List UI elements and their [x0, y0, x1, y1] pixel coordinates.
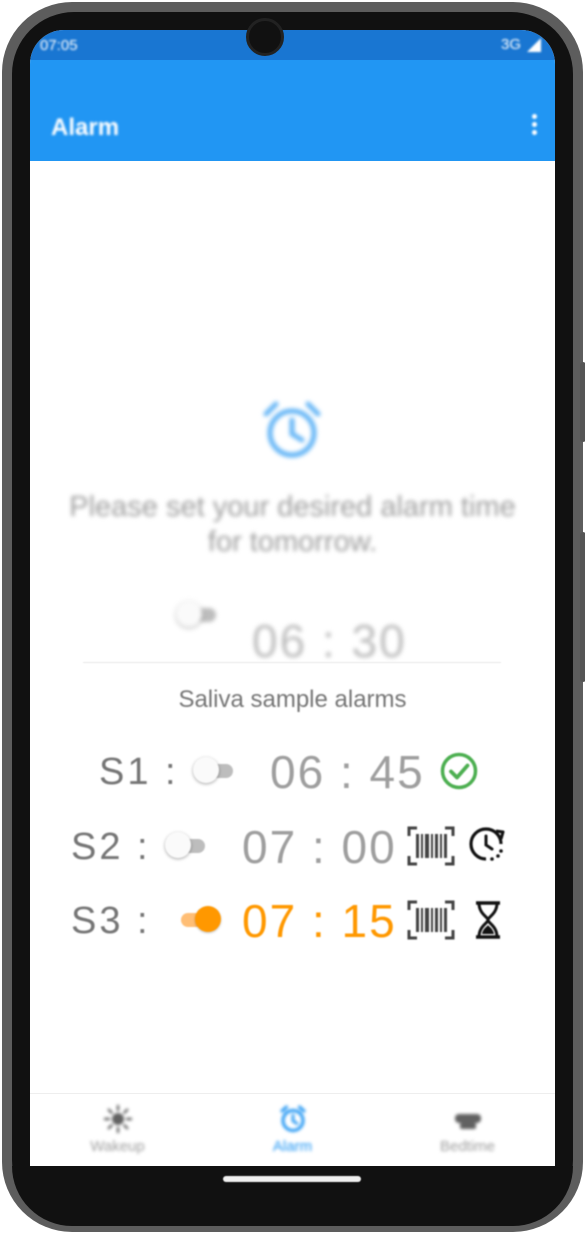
- sun-icon: [103, 1104, 133, 1134]
- main-alarm-toggle[interactable]: [176, 601, 220, 627]
- nav-item-alarm[interactable]: Alarm: [205, 1094, 380, 1166]
- status-bar: 07:05 3G: [30, 30, 555, 60]
- toggle-thumb: [176, 601, 202, 627]
- sample-label: S2 :: [71, 826, 151, 868]
- barcode-scan-icon[interactable]: [407, 826, 455, 866]
- check-circle-icon: [440, 752, 478, 790]
- sample-label: S3 :: [71, 900, 151, 942]
- sample-toggle[interactable]: [165, 832, 209, 858]
- sleep-icon: [455, 1114, 481, 1129]
- app-bar: Alarm: [30, 60, 555, 161]
- sample-toggle[interactable]: [175, 906, 221, 932]
- sample-label: S1 :: [99, 751, 179, 793]
- bottom-navigation: Wakeup Alarm Bedtime: [30, 1093, 555, 1166]
- toggle-thumb: [195, 906, 221, 932]
- volume-button: [580, 362, 585, 442]
- app-bar-title: Alarm: [51, 114, 120, 141]
- status-time: 07:05: [40, 37, 78, 54]
- nav-item-wakeup[interactable]: Wakeup: [30, 1094, 205, 1166]
- alarm-clock-icon: [263, 401, 321, 458]
- network-type: 3G: [500, 36, 521, 53]
- front-camera: [246, 18, 284, 56]
- toggle-thumb: [165, 832, 191, 858]
- nav-label: Wakeup: [90, 1138, 145, 1155]
- status-indicators: 3G: [501, 36, 541, 53]
- main-alarm-time[interactable]: 06 : 30: [252, 614, 407, 668]
- home-indicator[interactable]: [223, 1176, 361, 1182]
- saliva-section-title: Saliva sample alarms: [178, 686, 407, 713]
- barcode-scan-icon[interactable]: [407, 900, 455, 940]
- alarm-icon: [280, 1105, 306, 1132]
- more-vert-icon[interactable]: [529, 112, 539, 138]
- signal-icon: [527, 37, 541, 52]
- clock-reset-icon[interactable]: [468, 825, 508, 865]
- hourglass-icon[interactable]: [472, 900, 504, 940]
- sample-time[interactable]: 06 : 45: [270, 745, 425, 799]
- screen: 07:05 3G Alarm Please set your desired a…: [30, 30, 555, 1166]
- nav-label: Bedtime: [439, 1138, 496, 1155]
- sample-toggle[interactable]: [193, 757, 237, 783]
- alarm-prompt: Please set your desired alarm time for t…: [69, 491, 516, 558]
- sample-time[interactable]: 07 : 00: [242, 820, 397, 874]
- power-button: [580, 532, 585, 682]
- bottom-bezel: [12, 1166, 573, 1226]
- nav-item-bedtime[interactable]: Bedtime: [380, 1094, 555, 1166]
- sample-time[interactable]: 07 : 15: [242, 894, 397, 948]
- divider: [83, 662, 501, 663]
- nav-label: Alarm: [272, 1138, 313, 1155]
- toggle-thumb: [193, 757, 219, 783]
